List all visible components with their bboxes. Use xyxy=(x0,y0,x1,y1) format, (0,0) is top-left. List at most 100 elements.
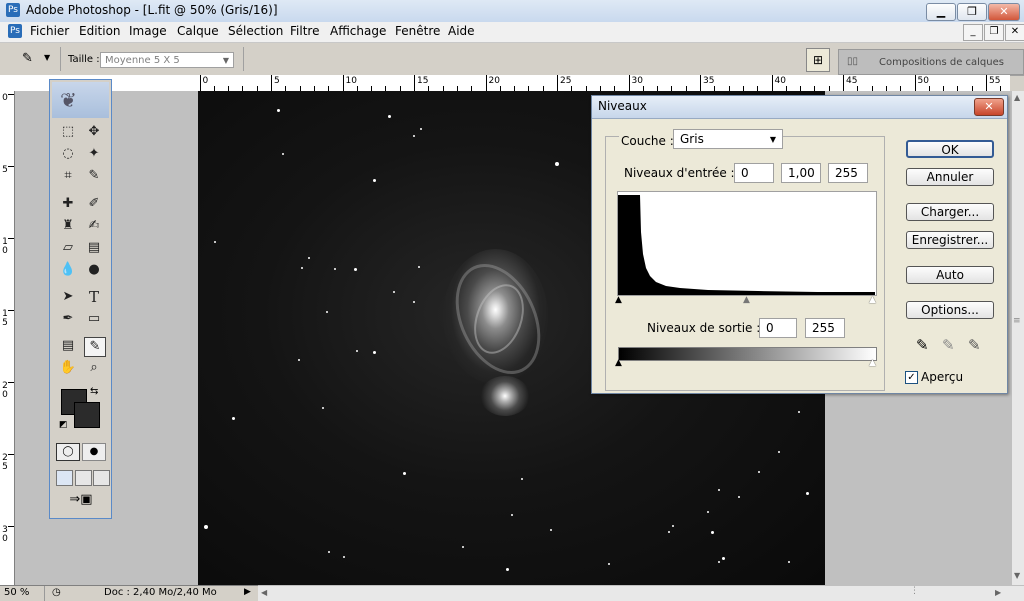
dialog-close-button[interactable]: ✕ xyxy=(974,98,1004,116)
input-black-field[interactable]: 0 xyxy=(734,163,774,183)
output-black-field[interactable]: 0 xyxy=(759,318,797,338)
brush-tool-icon[interactable]: ✐ xyxy=(84,195,104,213)
ruler-label: 30 xyxy=(2,525,8,544)
path-selection-tool-icon[interactable]: ➤ xyxy=(58,288,78,306)
eyedropper-tool-preset-icon[interactable]: ✎ xyxy=(22,51,38,67)
doc-restore-button[interactable]: ❐ xyxy=(984,24,1004,41)
ok-button[interactable]: OK xyxy=(906,140,994,158)
output-black-slider[interactable]: ▲ xyxy=(615,358,622,368)
star xyxy=(707,511,709,513)
crop-tool-icon[interactable]: ⌗ xyxy=(58,167,78,185)
toolbox-header[interactable]: ❦ xyxy=(52,82,109,118)
history-brush-tool-icon[interactable]: ✍ xyxy=(84,217,104,235)
marquee-tool-icon[interactable]: ⬚ xyxy=(58,123,78,141)
gray-eyedropper-icon[interactable]: ✎ xyxy=(942,336,955,354)
menu-fenetre[interactable]: Fenêtre xyxy=(395,24,440,38)
input-gamma-slider[interactable]: ▲ xyxy=(743,295,750,305)
vertical-ruler[interactable]: 0 5 10 15 20 25 30 xyxy=(0,91,15,585)
shape-tool-icon[interactable]: ▭ xyxy=(84,310,104,328)
zoom-level[interactable]: 50 % xyxy=(4,587,29,598)
auto-button[interactable]: Auto xyxy=(906,266,994,284)
quick-mask-mode-icon[interactable]: ● xyxy=(82,443,106,461)
star xyxy=(511,514,513,516)
background-color-swatch[interactable] xyxy=(74,402,100,428)
star xyxy=(354,268,357,271)
input-black-slider[interactable]: ▲ xyxy=(615,295,622,305)
restore-button[interactable]: ❐ xyxy=(957,3,987,21)
dodge-tool-icon[interactable]: ● xyxy=(84,261,104,279)
size-select[interactable]: Moyenne 5 X 5 ▼ xyxy=(100,52,234,68)
menu-selection[interactable]: Sélection xyxy=(228,24,283,38)
menu-fichier[interactable]: Fichier xyxy=(30,24,69,38)
blur-tool-icon[interactable]: 💧 xyxy=(58,261,78,279)
white-eyedropper-icon[interactable]: ✎ xyxy=(968,336,981,354)
move-tool-icon[interactable]: ✥ xyxy=(84,123,104,141)
pen-tool-icon[interactable]: ✒ xyxy=(58,310,78,328)
palette-well-icon[interactable]: ⊞ xyxy=(806,48,830,72)
eyedropper-tool-icon[interactable]: ✎ xyxy=(84,337,106,357)
star xyxy=(806,492,809,495)
scroll-grip-icon[interactable]: ⋮ xyxy=(910,586,919,596)
minimize-button[interactable]: ▁ xyxy=(926,3,956,21)
palette-tab-compositions[interactable]: Compositions de calques xyxy=(879,57,1004,68)
status-menu-arrow-icon[interactable]: ▶ xyxy=(244,587,251,597)
input-gamma-field[interactable]: 1,00 xyxy=(781,163,821,183)
full-screen-menu-mode-icon[interactable] xyxy=(75,470,92,486)
scroll-left-icon[interactable]: ◀ xyxy=(261,588,267,597)
scroll-down-icon[interactable]: ▼ xyxy=(1014,571,1020,580)
healing-brush-tool-icon[interactable]: ✚ xyxy=(58,195,78,213)
notes-tool-icon[interactable]: ▤ xyxy=(58,337,78,355)
input-white-field[interactable]: 255 xyxy=(828,163,868,183)
tool-preset-dropdown-icon[interactable]: ▼ xyxy=(44,53,50,62)
cancel-button[interactable]: Annuler xyxy=(906,168,994,186)
scroll-up-icon[interactable]: ▲ xyxy=(1014,93,1020,102)
horizontal-ruler[interactable]: 50510152025303540455055 xyxy=(198,75,1010,92)
hand-tool-icon[interactable]: ✋ xyxy=(58,359,78,377)
menu-aide[interactable]: Aide xyxy=(448,24,475,38)
lasso-tool-icon[interactable]: ◌ xyxy=(58,145,78,163)
channel-select[interactable]: Gris ▼ xyxy=(673,129,783,149)
input-white-slider[interactable]: ▲ xyxy=(869,295,876,305)
save-button[interactable]: Enregistrer... xyxy=(906,231,994,249)
preview-checkbox[interactable]: ✓ xyxy=(905,371,918,384)
dialog-title-bar[interactable]: Niveaux ✕ xyxy=(592,96,1007,119)
slice-tool-icon[interactable]: ✎ xyxy=(84,167,104,185)
feather-icon: ❦ xyxy=(60,88,77,112)
standard-screen-mode-icon[interactable] xyxy=(56,470,73,486)
menu-filtre[interactable]: Filtre xyxy=(290,24,319,38)
zoom-tool-icon[interactable]: ⌕ xyxy=(84,359,104,377)
horizontal-scrollbar[interactable]: ◀ ⋮ ▶ xyxy=(258,585,1024,601)
scroll-grip-icon[interactable]: ≡ xyxy=(1013,316,1023,326)
default-colors-icon[interactable]: ◩ xyxy=(59,420,68,430)
jump-to-imageready-icon[interactable]: ⇒▣ xyxy=(64,492,98,510)
close-button[interactable]: ✕ xyxy=(988,3,1020,21)
star xyxy=(308,257,310,259)
clone-stamp-tool-icon[interactable]: ♜ xyxy=(58,217,78,235)
scroll-right-icon[interactable]: ▶ xyxy=(995,588,1001,597)
load-button[interactable]: Charger... xyxy=(906,203,994,221)
vertical-scrollbar[interactable]: ▲ ≡ ▼ xyxy=(1011,91,1024,585)
restore-icon: ❐ xyxy=(967,5,977,18)
ruler-label: 20 xyxy=(2,381,8,400)
menu-calque[interactable]: Calque xyxy=(177,24,219,38)
doc-minimize-button[interactable]: _ xyxy=(963,24,983,41)
menu-edition[interactable]: Edition xyxy=(79,24,121,38)
standard-mode-icon[interactable]: ◯ xyxy=(56,443,80,461)
output-white-slider[interactable]: ▲ xyxy=(869,358,876,368)
ruler-tick xyxy=(485,75,487,91)
black-eyedropper-icon[interactable]: ✎ xyxy=(916,336,929,354)
status-info-icon[interactable]: ◷ xyxy=(52,587,61,598)
gradient-tool-icon[interactable]: ▤ xyxy=(84,239,104,257)
eraser-tool-icon[interactable]: ▱ xyxy=(58,239,78,257)
options-button[interactable]: Options... xyxy=(906,301,994,319)
star xyxy=(555,162,559,166)
magic-wand-tool-icon[interactable]: ✦ xyxy=(84,145,104,163)
swap-colors-icon[interactable]: ⇆ xyxy=(90,386,98,397)
type-tool-icon[interactable]: T xyxy=(84,288,104,306)
menu-image[interactable]: Image xyxy=(129,24,167,38)
full-screen-mode-icon[interactable] xyxy=(93,470,110,486)
separator xyxy=(60,47,61,71)
menu-affichage[interactable]: Affichage xyxy=(330,24,386,38)
output-white-field[interactable]: 255 xyxy=(805,318,845,338)
doc-close-button[interactable]: ✕ xyxy=(1005,24,1024,41)
